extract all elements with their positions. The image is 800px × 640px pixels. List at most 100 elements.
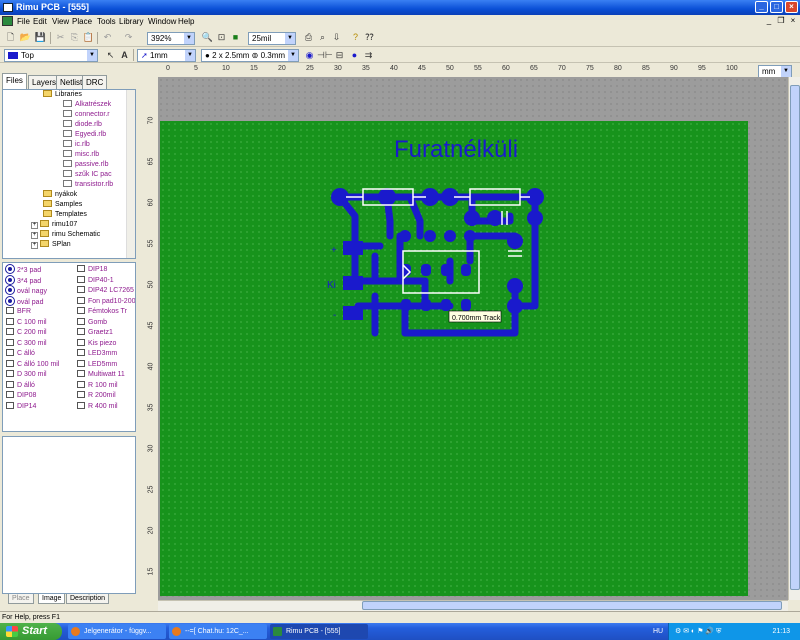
copy-icon[interactable]: ⎘ [68,31,81,44]
undo-icon[interactable]: ↶ [101,31,114,44]
mdi-minimize-button[interactable]: _ [764,16,774,26]
part-item[interactable]: C 100 mil [6,317,47,328]
tab-place[interactable]: Place [8,594,34,604]
pointer-icon[interactable]: ↖ [104,49,117,62]
print-preview-icon[interactable]: ⌕ [316,31,329,44]
menu-file[interactable]: File [17,17,30,26]
tree-item[interactable]: misc.rlb [63,150,99,160]
tree-item[interactable]: diode.rlb [63,120,102,130]
part-item[interactable]: C 300 mil [6,338,47,349]
mdi-restore-button[interactable]: ❐ [776,16,786,26]
tree-item[interactable]: szűk IC pac [63,170,112,180]
route-icon[interactable]: ⇉ [362,49,375,62]
maximize-button[interactable]: □ [770,1,783,13]
pcb-board[interactable]: Furatnélküli + Ki - 0.700mm Track [160,121,748,596]
tree-scrollbar[interactable] [126,90,135,258]
open-folder-icon[interactable]: 📂 [19,31,32,44]
panel-splitter[interactable] [138,72,142,612]
part-item[interactable]: BFR [6,307,31,317]
expand-icon[interactable]: + [31,222,38,229]
tree-item[interactable]: Libraries [43,90,82,100]
part-item[interactable]: C 200 mil [6,328,47,338]
task-rimu-pcb[interactable]: Rimu PCB - [555] [270,624,368,639]
pcb-canvas[interactable]: Furatnélküli + Ki - 0.700mm Track [158,77,788,600]
part-item[interactable]: Fon pad10-200n [77,296,135,307]
context-help-icon[interactable]: ⁇ [363,31,376,44]
minimize-button[interactable]: _ [755,1,768,13]
tree-item[interactable]: passive.rlb [63,160,108,170]
tree-item[interactable]: + SPlan [31,240,71,250]
pcb-drawing[interactable]: Furatnélküli + Ki - 0.700mm Track [160,121,748,596]
zoom-select[interactable]: 392% ▼ [147,32,195,45]
component-icon[interactable]: ⊟ [333,49,346,62]
tree-item[interactable]: Templates [43,210,87,220]
text-tool-icon[interactable]: A [118,49,131,62]
expand-icon[interactable]: + [31,242,38,249]
layer-select[interactable]: Top ▼ [4,49,98,62]
help-icon[interactable]: ? [349,31,362,44]
grid-select[interactable]: 25mil ▼ [248,32,296,45]
board-view-icon[interactable]: ■ [229,31,242,44]
document-icon[interactable] [2,16,13,26]
place-pad-icon[interactable]: ◉ [303,49,316,62]
part-item[interactable]: C álló [6,349,35,359]
part-item[interactable]: D álló [6,380,35,391]
part-item[interactable]: ovál pad [6,296,43,307]
menu-place[interactable]: Place [72,17,92,26]
part-item[interactable]: Multiwatt 11 [77,370,125,380]
tree-item[interactable]: Alkatrészek [63,100,111,110]
vertical-scroll-thumb[interactable] [790,85,800,590]
capacitor-icon[interactable]: ⊣⊢ [317,49,333,62]
part-item[interactable]: R 200mil [77,391,116,401]
part-item[interactable]: R 400 mil [77,401,118,412]
part-item[interactable]: 2*3 pad [6,265,41,275]
menu-window[interactable]: Window [148,17,176,26]
tab-drc[interactable]: DRC [82,75,108,89]
menu-help[interactable]: Help [178,17,194,26]
part-item[interactable]: ovál nagy [6,286,47,296]
start-button[interactable]: Start [0,623,62,640]
task-firefox-chat[interactable]: --=[ Chat.hu: 12C_... [169,624,267,639]
zoom-fit-icon[interactable]: ⊡ [215,31,228,44]
part-item[interactable]: DIP42 LC7265 [77,286,134,296]
tree-item[interactable]: + rimu107 [31,220,77,230]
tray-icons[interactable]: ⚙ ✉ ◐ ⚑ 🔊 ⛨ [675,623,721,640]
part-item[interactable]: DIP40-1 [77,275,114,286]
mdi-close-button[interactable]: × [788,16,798,26]
menu-view[interactable]: View [52,17,69,26]
menu-tools[interactable]: Tools [97,17,116,26]
tab-image[interactable]: Image [38,594,66,604]
part-item[interactable]: D 300 mil [6,370,47,380]
menu-edit[interactable]: Edit [33,17,47,26]
part-item[interactable]: R 100 mil [77,380,118,391]
task-firefox-jelgenerator[interactable]: Jelgenerátor - függv... [68,624,166,639]
export-icon[interactable]: ⇩ [330,31,343,44]
paste-icon[interactable]: 📋 [82,31,95,44]
tree-item[interactable]: ic.rlb [63,140,90,150]
part-item[interactable]: C álló 100 mil [6,359,59,370]
new-file-icon[interactable]: 🗋 [4,31,17,44]
tree-item[interactable]: Samples [43,200,82,210]
expand-icon[interactable]: + [31,232,38,239]
part-item[interactable]: DIP14 [6,401,36,412]
tree-item[interactable]: Egyedi.rlb [63,130,106,140]
tree-item[interactable]: + rimu Schematic [31,230,100,240]
zoom-icon[interactable]: 🔍 [201,31,214,44]
part-item[interactable]: Kis piezo [77,338,116,349]
language-indicator[interactable]: HU [653,623,663,640]
part-item[interactable]: DIP08 [6,391,36,401]
menu-library[interactable]: Library [119,17,143,26]
print-icon[interactable]: ⎙ [302,31,315,44]
cut-icon[interactable]: ✂ [54,31,67,44]
tree-item[interactable]: nyákok [43,190,77,200]
part-item[interactable]: DIP18 [77,265,107,275]
horizontal-scrollbar[interactable] [158,600,788,611]
part-item[interactable]: 3*4 pad [6,275,41,286]
via-icon[interactable]: ● [348,49,361,62]
pad-select[interactable]: ● 2 x 2.5mm ⊚ 0.3mm ▼ [201,49,299,62]
vertical-scrollbar[interactable] [788,77,800,600]
part-item[interactable]: LED5mm [77,359,117,370]
part-item[interactable]: LED3mm [77,349,117,359]
redo-icon[interactable]: ↷ [122,31,135,44]
part-item[interactable]: Fémtokos Tr [77,307,127,317]
